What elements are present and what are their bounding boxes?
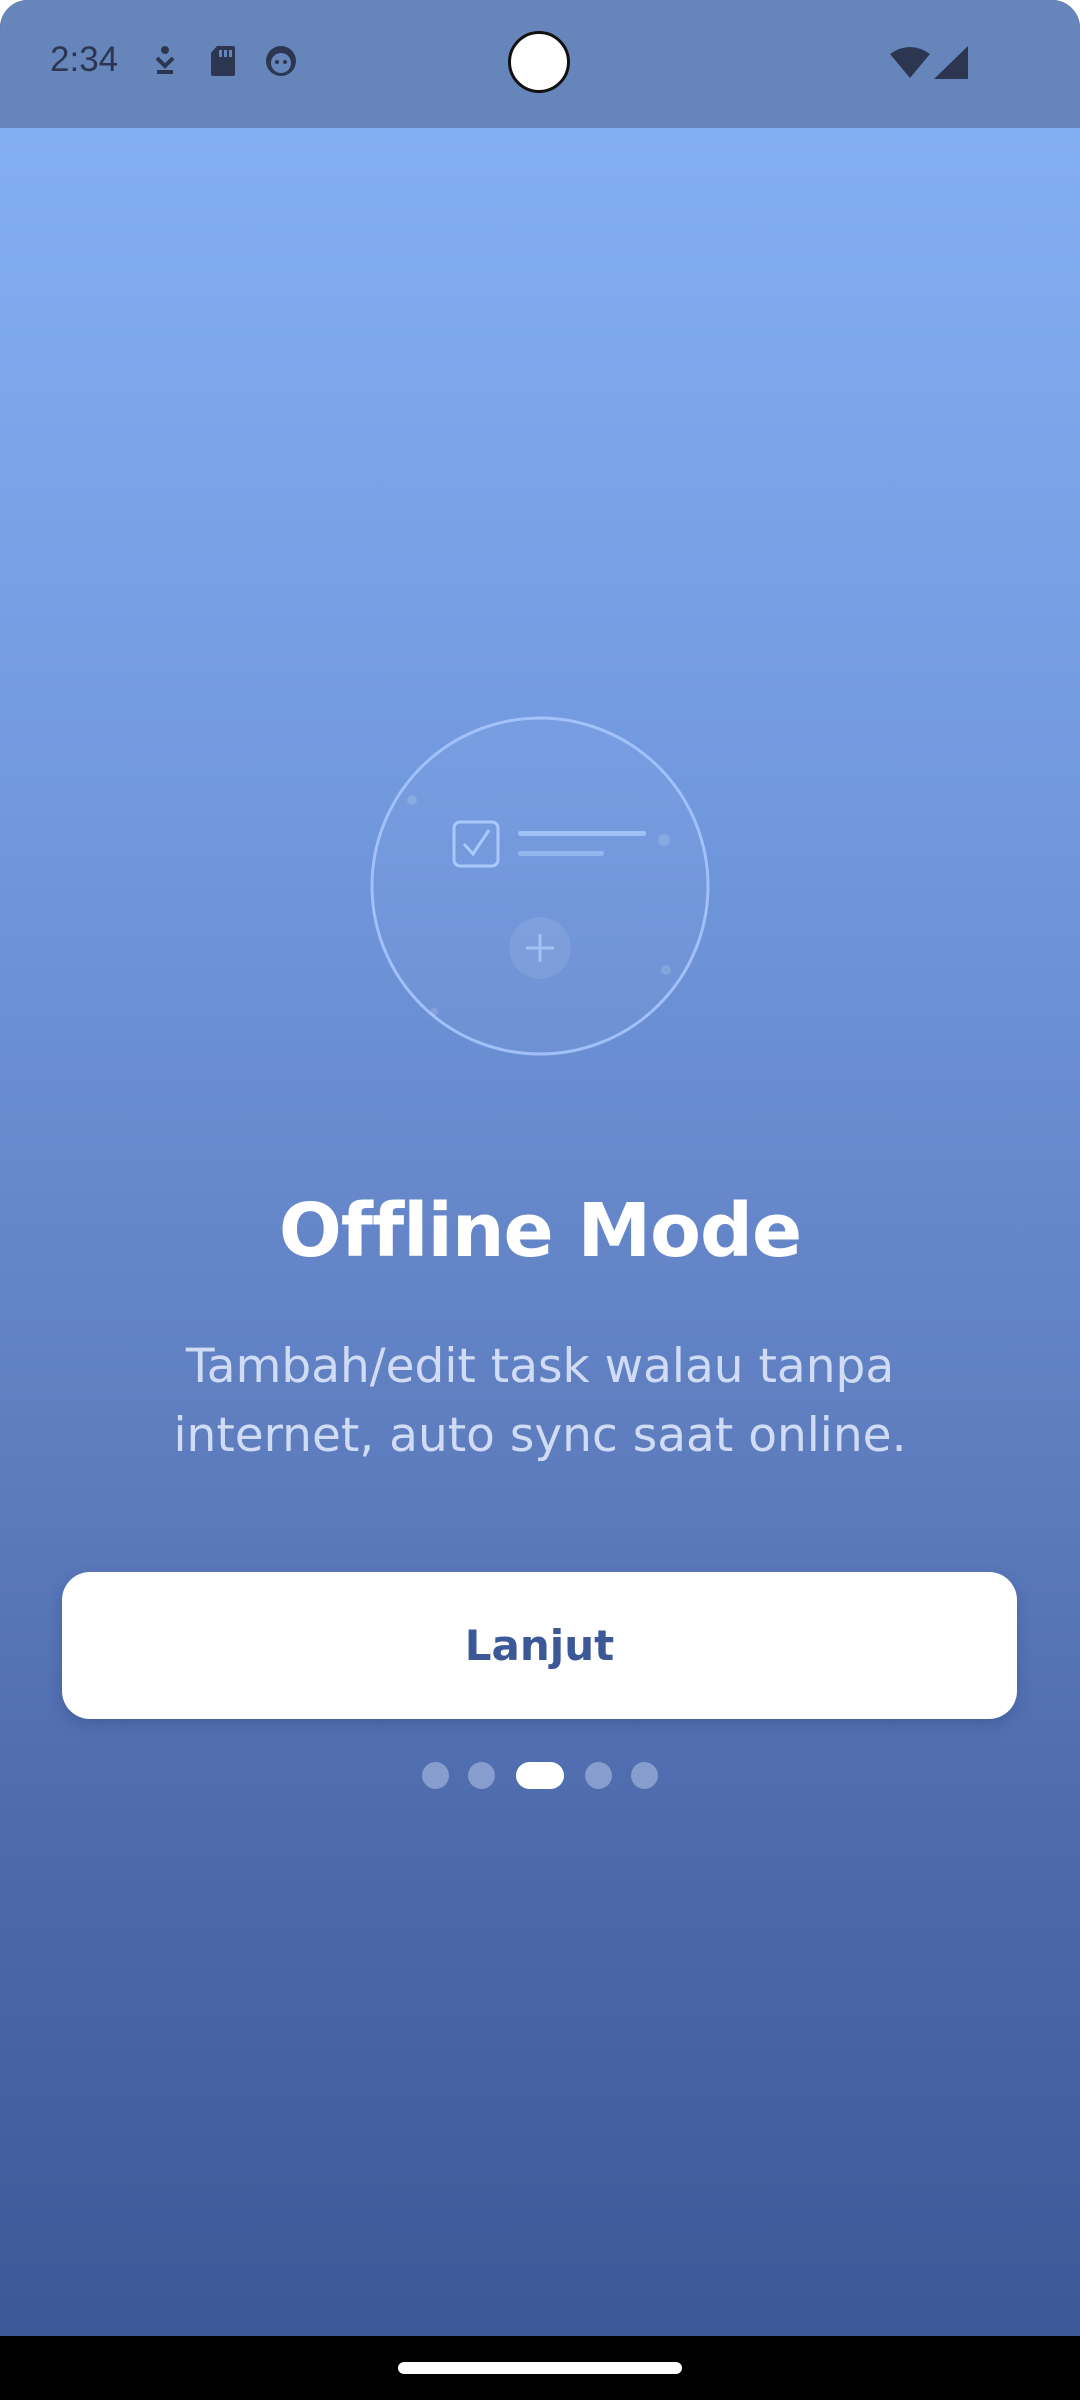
home-gesture-handle[interactable] (398, 2362, 682, 2374)
page-title: Offline Mode (278, 1188, 802, 1274)
page-dot-1[interactable] (422, 1762, 449, 1789)
next-button[interactable]: Lanjut (62, 1572, 1017, 1719)
page-dot-5[interactable] (631, 1762, 658, 1789)
cellular-signal-icon (934, 46, 968, 84)
phone-screen: 2:34 Offline Mode Tambah/edit task walau… (0, 0, 1080, 2400)
page-dot-3-active[interactable] (516, 1762, 564, 1789)
status-time: 2:34 (50, 40, 119, 79)
plus-icon (509, 917, 571, 979)
navigation-bar (0, 2336, 1080, 2400)
download-notification-icon (150, 44, 180, 82)
page-dot-2[interactable] (468, 1762, 495, 1789)
wifi-icon (890, 46, 930, 84)
page-indicator (0, 1762, 1080, 1790)
camera-cutout (508, 31, 570, 93)
page-dot-4[interactable] (585, 1762, 612, 1789)
sd-card-icon (209, 44, 237, 82)
onboarding-page: Offline Mode Tambah/edit task walau tanp… (0, 128, 1080, 2336)
page-description: Tambah/edit task walau tanpa internet, a… (173, 1339, 907, 1463)
status-bar: 2:34 (0, 0, 1080, 128)
offline-illustration (368, 714, 712, 1058)
face-notification-icon (264, 44, 298, 82)
